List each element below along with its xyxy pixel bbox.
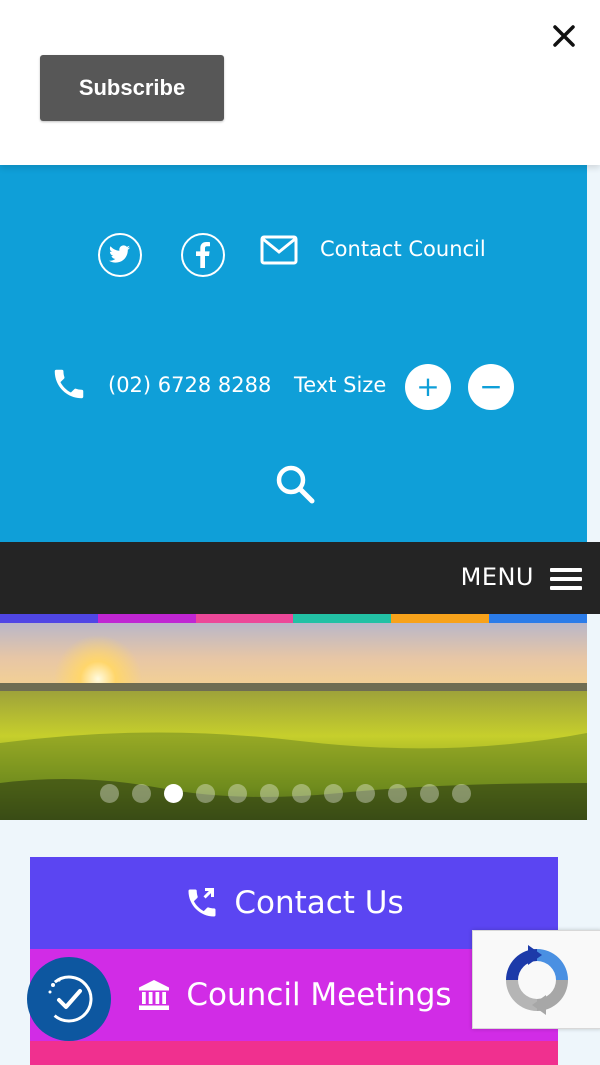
- slider-dot[interactable]: [292, 784, 311, 803]
- phone-transfer-icon: [184, 885, 220, 921]
- quick-link-label: Council Meetings: [186, 977, 452, 1013]
- quick-link-next[interactable]: [30, 1041, 558, 1065]
- menu-label[interactable]: MENU: [461, 563, 534, 591]
- quick-link-label: Contact Us: [234, 885, 404, 921]
- slider-dot[interactable]: [324, 784, 343, 803]
- main-nav-bar: MENU: [0, 542, 600, 614]
- color-strip: [0, 614, 587, 623]
- close-icon[interactable]: [548, 20, 580, 52]
- strip-segment: [195, 614, 294, 623]
- subscribe-overlay: Subscribe: [0, 0, 600, 165]
- strip-segment: [0, 614, 98, 623]
- text-size-label: Text Size: [294, 373, 387, 397]
- search-icon[interactable]: [273, 462, 317, 506]
- hamburger-menu-icon[interactable]: [550, 568, 582, 590]
- recaptcha-icon: [506, 944, 568, 1015]
- bank-icon: [136, 977, 172, 1013]
- strip-segment: [489, 614, 587, 623]
- slider-dot[interactable]: [260, 784, 279, 803]
- slider-dot[interactable]: [452, 784, 471, 803]
- header-utility-bar: Contact Council (02) 6728 8288 Text Size…: [0, 165, 587, 545]
- phone-icon: [50, 365, 88, 403]
- slider-dot[interactable]: [420, 784, 439, 803]
- slider-dot[interactable]: [196, 784, 215, 803]
- slider-dot[interactable]: [132, 784, 151, 803]
- mail-icon[interactable]: [260, 235, 298, 265]
- strip-segment: [391, 614, 490, 623]
- strip-segment: [293, 614, 392, 623]
- text-size-increase-button[interactable]: +: [405, 364, 451, 410]
- slider-dot[interactable]: [228, 784, 247, 803]
- recaptcha-badge[interactable]: [472, 930, 600, 1029]
- accessibility-check-icon[interactable]: [27, 957, 111, 1041]
- facebook-icon[interactable]: [181, 233, 225, 277]
- slider-dot-active[interactable]: [164, 784, 183, 803]
- slider-dot[interactable]: [356, 784, 375, 803]
- phone-number[interactable]: (02) 6728 8288: [108, 373, 271, 397]
- slider-dot[interactable]: [100, 784, 119, 803]
- subscribe-button[interactable]: Subscribe: [40, 55, 224, 121]
- slider-dot[interactable]: [388, 784, 407, 803]
- strip-segment: [97, 614, 196, 623]
- slider-pagination: [100, 784, 490, 804]
- twitter-icon[interactable]: [98, 233, 142, 277]
- text-size-decrease-button[interactable]: −: [468, 364, 514, 410]
- contact-council-link[interactable]: Contact Council: [320, 237, 486, 261]
